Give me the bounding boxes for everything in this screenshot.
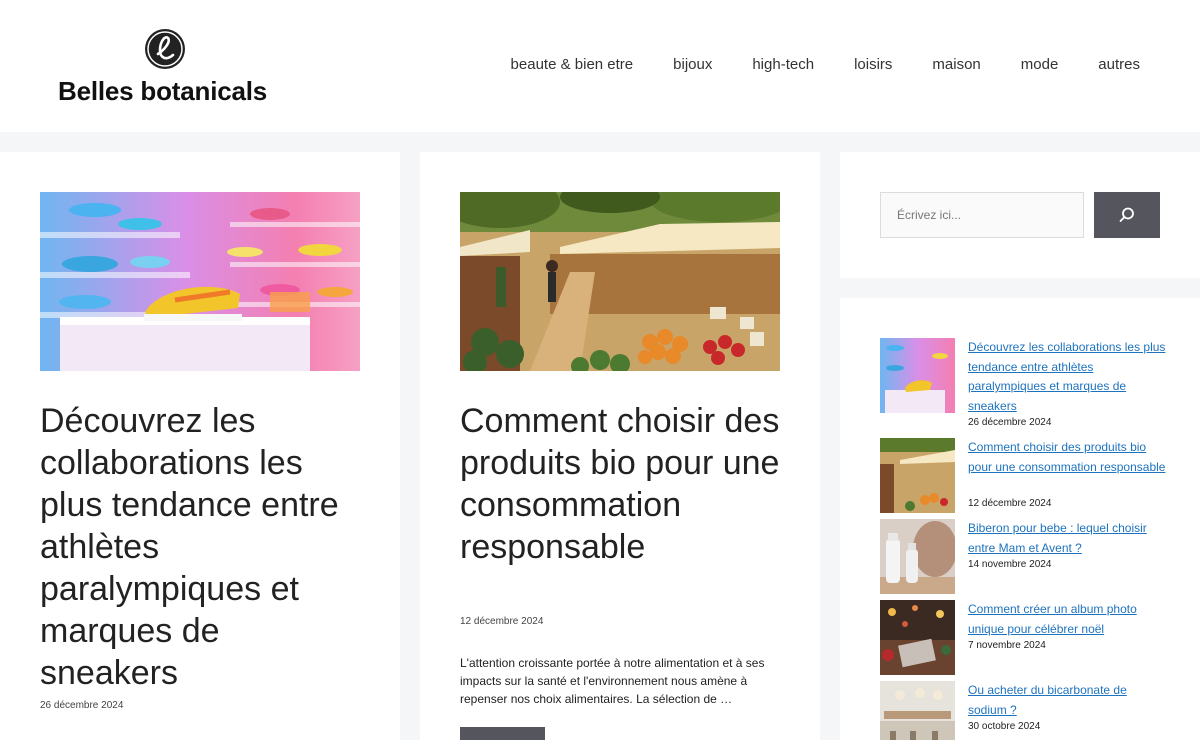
search-icon <box>1119 207 1134 222</box>
search-input[interactable] <box>880 192 1084 238</box>
nav-item-beaute[interactable]: beaute & bien etre <box>491 48 654 81</box>
search-button[interactable] <box>1094 192 1160 238</box>
recent-post-thumbnail[interactable] <box>880 681 955 740</box>
recent-post-date: 30 octobre 2024 <box>968 721 1041 732</box>
recent-post-date: 14 novembre 2024 <box>968 559 1052 570</box>
recent-post-link[interactable]: Découvrez les collaborations les plus te… <box>968 338 1168 416</box>
recent-post-item: Ou acheter du bicarbonate de sodium ? 30… <box>880 681 1170 740</box>
recent-post-date: 12 décembre 2024 <box>968 498 1052 509</box>
recent-post-thumbnail[interactable] <box>880 438 955 513</box>
article-card: Découvrez les collaborations les plus te… <box>0 152 400 740</box>
article-title[interactable]: Comment choisir des produits bio pour un… <box>460 400 780 568</box>
recent-post-item: Biberon pour bebe : lequel choisir entre… <box>880 519 1170 594</box>
recent-post-thumbnail[interactable] <box>880 338 955 413</box>
site-title: Belles botanicals <box>58 76 268 106</box>
search-widget <box>840 152 1200 278</box>
recent-post-link[interactable]: Ou acheter du bicarbonate de sodium ? <box>968 681 1168 720</box>
site-header: Belles botanicals beaute & bien etre bij… <box>0 0 1200 132</box>
recent-post-item: Comment créer un album photo unique pour… <box>880 600 1170 675</box>
article-date: 26 décembre 2024 <box>40 700 124 711</box>
nav-item-maison[interactable]: maison <box>912 48 1000 81</box>
recent-post-link[interactable]: Comment choisir des produits bio pour un… <box>968 438 1168 477</box>
nav-item-autres[interactable]: autres <box>1078 48 1160 81</box>
site-logo[interactable]: Belles botanicals <box>58 28 278 108</box>
article-excerpt: L'attention croissante portée à notre al… <box>460 656 765 706</box>
read-more-button[interactable] <box>460 727 545 740</box>
logo-icon <box>145 29 185 69</box>
recent-post-item: Découvrez les collaborations les plus te… <box>880 338 1170 428</box>
recent-post-thumbnail[interactable] <box>880 600 955 675</box>
nav-item-mode[interactable]: mode <box>1001 48 1079 81</box>
recent-post-item: Comment choisir des produits bio pour un… <box>880 438 1170 513</box>
main-nav: beaute & bien etre bijoux high-tech lois… <box>491 48 1160 81</box>
nav-item-high-tech[interactable]: high-tech <box>732 48 834 81</box>
article-date: 12 décembre 2024 <box>460 616 544 627</box>
article-title[interactable]: Découvrez les collaborations les plus te… <box>40 400 360 694</box>
recent-post-link[interactable]: Biberon pour bebe : lequel choisir entre… <box>968 519 1168 558</box>
recent-post-date: 7 novembre 2024 <box>968 640 1046 651</box>
nav-item-loisirs[interactable]: loisirs <box>834 48 912 81</box>
article-image-market[interactable] <box>460 192 780 371</box>
nav-item-bijoux[interactable]: bijoux <box>653 48 732 81</box>
recent-post-link[interactable]: Comment créer un album photo unique pour… <box>968 600 1168 639</box>
recent-post-date: 26 décembre 2024 <box>968 417 1052 428</box>
recent-posts-widget: Découvrez les collaborations les plus te… <box>840 298 1200 740</box>
article-card: Comment choisir des produits bio pour un… <box>420 152 820 740</box>
recent-post-thumbnail[interactable] <box>880 519 955 594</box>
article-image-sneakers[interactable] <box>40 192 360 371</box>
